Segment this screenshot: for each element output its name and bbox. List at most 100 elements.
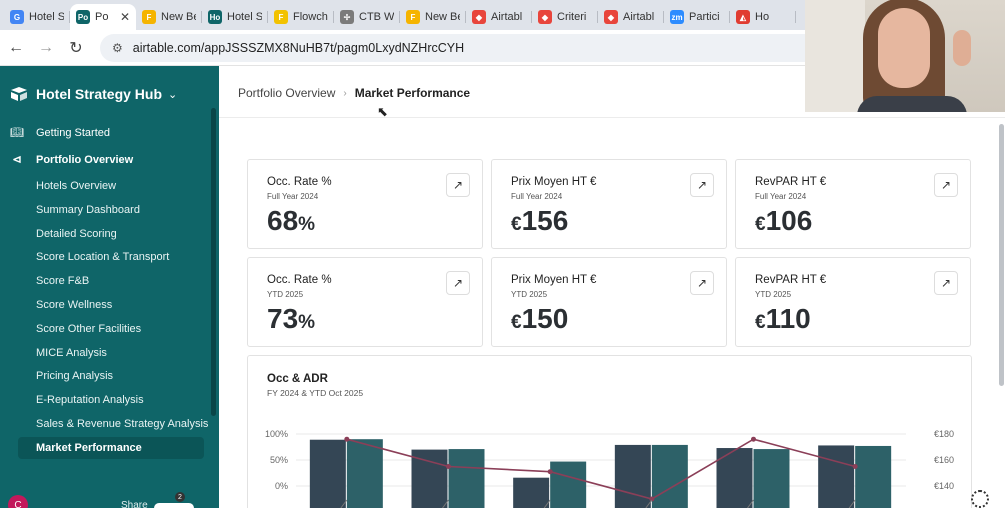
kpi-card: RevPAR HT € Full Year 2024 €106 ↗ bbox=[735, 159, 971, 249]
chart-line-point bbox=[446, 464, 451, 469]
share-button[interactable]: Share bbox=[121, 500, 148, 508]
avatar[interactable]: C bbox=[8, 495, 28, 508]
site-info-icon[interactable]: ⚙ bbox=[112, 41, 123, 55]
kpi-card: Prix Moyen HT € Full Year 2024 €156 ↗ bbox=[491, 159, 727, 249]
back-icon[interactable]: ← bbox=[2, 34, 30, 62]
expand-icon[interactable]: ↗ bbox=[446, 173, 470, 197]
sidebar-item-portfolio-overview[interactable]: ⊲ Portfolio Overview bbox=[10, 153, 134, 167]
kpi-suffix: % bbox=[298, 214, 316, 235]
webcam-person-shirt bbox=[857, 96, 967, 112]
reload-icon[interactable]: ↻ bbox=[62, 34, 90, 62]
tab-label: Flowch bbox=[293, 11, 328, 23]
sidebar-item-mice-analysis[interactable]: MICE Analysis bbox=[36, 347, 107, 359]
sidebar-item-label: Portfolio Overview bbox=[36, 153, 134, 166]
tab-separator bbox=[795, 11, 796, 23]
browser-tab[interactable]: ◆ Airtabl bbox=[466, 4, 532, 30]
webcam-person-hand bbox=[953, 30, 971, 66]
kpi-suffix: % bbox=[298, 312, 316, 333]
main-content: Portfolio Overview › Market Performance … bbox=[219, 66, 1005, 508]
browser-tab[interactable]: Ho Hotel S bbox=[202, 4, 268, 30]
browser-tab[interactable]: ◆ Airtabl bbox=[598, 4, 664, 30]
chart-line-point bbox=[852, 464, 858, 469]
close-tab-icon[interactable]: ✕ bbox=[120, 10, 130, 24]
kpi-value: 68 bbox=[267, 205, 299, 236]
sidebar-footer: C Share 2 bbox=[0, 479, 219, 508]
tab-favicon-icon: ◆ bbox=[538, 10, 552, 24]
browser-tab[interactable]: ✢ CTB W bbox=[334, 4, 400, 30]
chart-bar bbox=[550, 461, 587, 508]
sidebar-item-detailed-scoring[interactable]: Detailed Scoring bbox=[36, 228, 117, 240]
webcam-background bbox=[805, 0, 865, 112]
sidebar-item-score-f-b[interactable]: Score F&B bbox=[36, 275, 89, 287]
y-right-tick-label: €180 bbox=[934, 429, 954, 439]
sidebar-item-getting-started[interactable]: 📖︎ Getting Started bbox=[10, 126, 110, 140]
y-left-tick-label: 50% bbox=[270, 455, 288, 465]
kpi-title: Prix Moyen HT € bbox=[511, 274, 597, 286]
share-toggle[interactable] bbox=[154, 503, 194, 508]
browser-tab[interactable]: zm Partici bbox=[664, 4, 730, 30]
kpi-title: RevPAR HT € bbox=[755, 176, 827, 188]
sidebar-scrollbar[interactable] bbox=[211, 108, 216, 416]
forward-icon[interactable]: → bbox=[32, 34, 60, 62]
browser-tab[interactable]: F New Be bbox=[136, 4, 202, 30]
tab-label: Hotel S bbox=[29, 11, 64, 23]
occ-adr-chart: 100% 50% 0% €180 €160 €140 bbox=[265, 429, 954, 508]
chart-line-point bbox=[344, 436, 350, 442]
browser-tab[interactable]: Po Po ✕ bbox=[70, 4, 136, 30]
tab-label: New Be bbox=[425, 11, 460, 23]
tab-favicon-icon: Po bbox=[76, 10, 90, 24]
kpi-value-group: €150 bbox=[511, 303, 568, 335]
tab-favicon-icon: F bbox=[274, 10, 288, 24]
expand-icon[interactable]: ↗ bbox=[690, 173, 714, 197]
browser-tab[interactable]: ◆ Criteri bbox=[532, 4, 598, 30]
sidebar-item-sales-revenue-strategy-analysis[interactable]: Sales & Revenue Strategy Analysis bbox=[36, 418, 208, 430]
sidebar-item-score-other-facilities[interactable]: Score Other Facilities bbox=[36, 323, 141, 335]
kpi-prefix: € bbox=[511, 312, 522, 333]
tab-favicon-icon: ✢ bbox=[340, 10, 354, 24]
expand-icon[interactable]: ↗ bbox=[934, 173, 958, 197]
kpi-value-group: 73% bbox=[267, 303, 315, 335]
chart-bar bbox=[651, 444, 688, 508]
chart-bar bbox=[513, 477, 550, 508]
browser-tab[interactable]: ◭ Ho bbox=[730, 4, 796, 30]
sidebar-item-summary-dashboard[interactable]: Summary Dashboard bbox=[36, 204, 140, 216]
tab-favicon-icon: zm bbox=[670, 10, 684, 24]
breadcrumb-parent[interactable]: Portfolio Overview bbox=[238, 86, 335, 100]
browser-tab[interactable]: F Flowch bbox=[268, 4, 334, 30]
page-title: Market Performance bbox=[354, 86, 471, 100]
chart-bar bbox=[753, 449, 790, 508]
chart-line-point bbox=[751, 436, 756, 442]
expand-icon[interactable]: ↗ bbox=[690, 271, 714, 295]
kpi-period: YTD 2025 bbox=[755, 290, 792, 299]
browser-tab[interactable]: F New Be bbox=[400, 4, 466, 30]
sidebar-item-hotels-overview[interactable]: Hotels Overview bbox=[36, 180, 116, 192]
sidebar-item-score-wellness[interactable]: Score Wellness bbox=[36, 299, 112, 311]
breadcrumb: Portfolio Overview › Market Performance bbox=[238, 86, 470, 100]
sidebar-item-e-reputation-analysis[interactable]: E-Reputation Analysis bbox=[36, 394, 144, 406]
chart-bar bbox=[855, 445, 892, 508]
kpi-value: 106 bbox=[765, 205, 813, 236]
sidebar-item-pricing-analysis[interactable]: Pricing Analysis bbox=[36, 370, 113, 382]
tab-favicon-icon: ◆ bbox=[604, 10, 618, 24]
sidebar-item-market-performance[interactable]: Market Performance bbox=[36, 442, 142, 454]
book-icon: 📖︎ bbox=[10, 127, 24, 139]
kpi-card: Prix Moyen HT € YTD 2025 €150 ↗ bbox=[491, 257, 727, 347]
tab-label: Hotel S bbox=[227, 11, 262, 23]
kpi-card: Occ. Rate % YTD 2025 73% ↗ bbox=[247, 257, 483, 347]
browser-tab[interactable]: G Hotel S bbox=[4, 4, 70, 30]
sidebar-item-label: Getting Started bbox=[36, 126, 110, 139]
sidebar-item-score-location-transport[interactable]: Score Location & Transport bbox=[36, 251, 169, 263]
main-scrollbar[interactable] bbox=[999, 124, 1004, 386]
kpi-prefix: € bbox=[755, 312, 766, 333]
expand-icon[interactable]: ↗ bbox=[446, 271, 470, 295]
kpi-period: YTD 2025 bbox=[511, 290, 548, 299]
tab-favicon-icon: ◆ bbox=[472, 10, 486, 24]
tab-favicon-icon: Ho bbox=[208, 10, 222, 24]
kpi-value-group: €156 bbox=[511, 205, 568, 237]
expand-icon[interactable]: ↗ bbox=[934, 271, 958, 295]
workspace-switcher[interactable]: Hotel Strategy Hub ⌄ bbox=[10, 86, 177, 102]
y-right-tick-label: €140 bbox=[934, 481, 954, 491]
chart-bar bbox=[309, 439, 346, 508]
tab-label: CTB W bbox=[359, 11, 394, 23]
loading-spinner-icon bbox=[971, 490, 989, 508]
